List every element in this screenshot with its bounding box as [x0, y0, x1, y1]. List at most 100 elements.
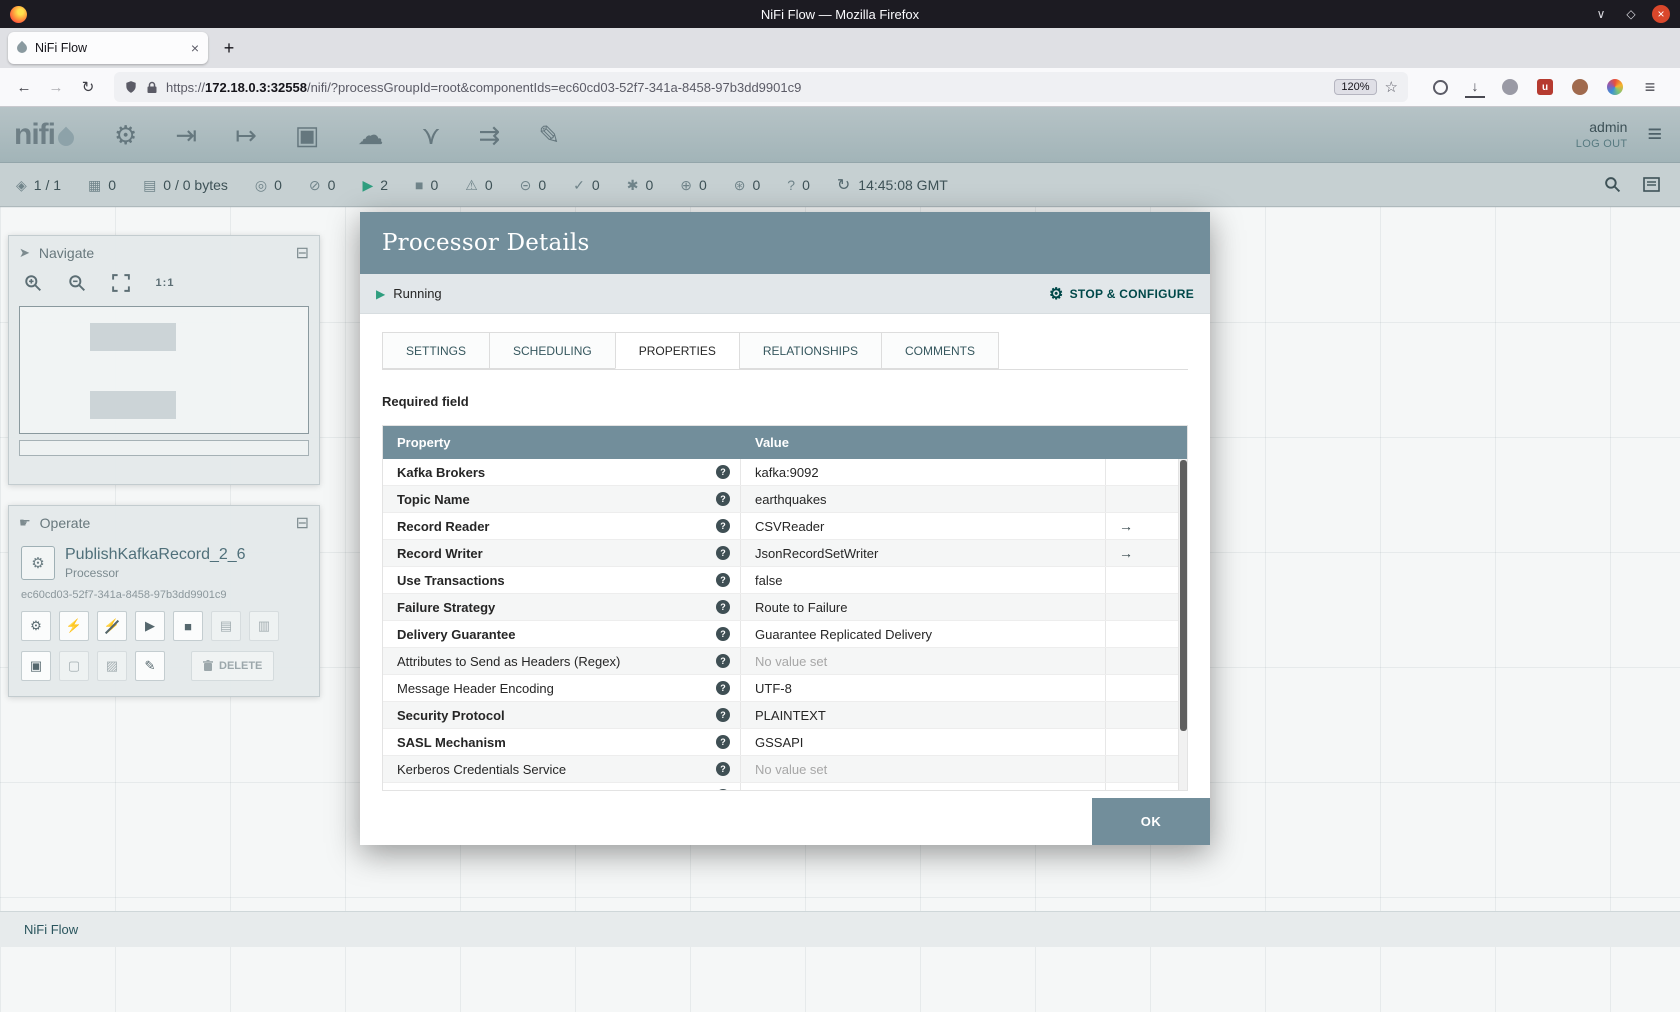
help-icon[interactable]: ?: [716, 600, 730, 614]
window-minimize-button[interactable]: ∨: [1592, 5, 1610, 23]
pocket-icon[interactable]: [1430, 76, 1450, 98]
output-port-icon[interactable]: ↦: [235, 122, 257, 148]
tab-close-icon[interactable]: ×: [191, 40, 199, 56]
running-icon: ▶: [362, 176, 374, 193]
status-count: 0: [802, 176, 810, 193]
refresh-button[interactable]: ↻ 14:45:08 GMT: [837, 175, 948, 195]
paste-button[interactable]: ▢: [59, 651, 89, 681]
remote-process-group-icon[interactable]: ☁: [357, 122, 383, 148]
processor-icon[interactable]: ⚙: [114, 122, 137, 148]
ublock-icon[interactable]: u: [1535, 76, 1555, 98]
reload-button[interactable]: ↻: [74, 73, 102, 101]
account-icon[interactable]: [1500, 76, 1520, 98]
browser-tab[interactable]: NiFi Flow ×: [8, 32, 208, 64]
new-tab-button[interactable]: +: [216, 35, 242, 61]
profile-avatar-icon[interactable]: [1570, 76, 1590, 98]
help-icon[interactable]: ?: [716, 546, 730, 560]
help-icon[interactable]: ?: [716, 465, 730, 479]
button-icon: ▨: [105, 658, 119, 673]
property-name: Record Reader: [397, 518, 490, 534]
goto-service-icon[interactable]: →: [1119, 545, 1133, 561]
group-button[interactable]: ▨: [97, 651, 127, 681]
downloads-icon[interactable]: ↓: [1465, 76, 1485, 98]
browser-menu-icon[interactable]: ≡: [1640, 76, 1660, 98]
back-button[interactable]: ←: [10, 73, 38, 101]
tab-properties[interactable]: PROPERTIES: [614, 332, 740, 369]
component-type: Processor: [65, 566, 120, 580]
zoom-fit-button[interactable]: [109, 272, 133, 294]
stop-and-configure-button[interactable]: ⚙ STOP & CONFIGURE: [1049, 284, 1194, 304]
tab-settings[interactable]: SETTINGS: [382, 332, 491, 369]
status-count: 0: [430, 176, 439, 193]
forward-button[interactable]: →: [42, 73, 70, 101]
breadcrumb[interactable]: NiFi Flow: [24, 922, 78, 937]
goto-cell: →: [1106, 702, 1178, 728]
input-port-icon[interactable]: ⇥: [175, 122, 197, 148]
url-path: /nifi/?processGroupId=root&componentIds=…: [306, 79, 802, 95]
search-icon[interactable]: [1604, 176, 1621, 193]
stop-button[interactable]: ■: [173, 611, 203, 641]
help-icon[interactable]: ?: [716, 519, 730, 533]
tab-relationships[interactable]: RELATIONSHIPS: [738, 332, 882, 369]
help-icon[interactable]: ?: [716, 492, 730, 506]
settings-button[interactable]: ⚙: [21, 611, 51, 641]
help-icon[interactable]: ?: [716, 762, 730, 776]
property-cell: Record Writer ?: [383, 540, 741, 566]
property-value: Route to Failure: [741, 594, 1106, 620]
scrollbar-thumb[interactable]: [1180, 460, 1187, 732]
change-version-button[interactable]: ▥: [249, 611, 279, 641]
status-count: 0: [327, 176, 336, 193]
bulletin-board-icon[interactable]: [1643, 177, 1660, 192]
help-icon[interactable]: ?: [716, 627, 730, 641]
label-icon[interactable]: ✎: [538, 122, 560, 148]
property-row: Failure Strategy ? Route to Failure →: [383, 594, 1187, 621]
minimap[interactable]: [19, 306, 309, 434]
create-template-button[interactable]: ▤: [211, 611, 241, 641]
process-group-icon[interactable]: ▣: [295, 122, 320, 148]
zoom-level-badge[interactable]: 120%: [1334, 79, 1377, 95]
bookmark-star-icon[interactable]: ☆: [1385, 78, 1398, 96]
property-cell: Delivery Guarantee ?: [383, 621, 741, 647]
logout-link[interactable]: LOG OUT: [1576, 138, 1628, 150]
copy-button[interactable]: ▣: [21, 651, 51, 681]
extension-pinwheel-icon[interactable]: [1605, 76, 1625, 98]
goto-cell: →: [1106, 648, 1178, 674]
help-icon[interactable]: ?: [716, 789, 730, 790]
help-icon[interactable]: ?: [716, 708, 730, 722]
help-icon[interactable]: ?: [716, 573, 730, 587]
goto-service-icon[interactable]: →: [1119, 518, 1133, 534]
nifi-menu-icon[interactable]: ≡: [1647, 120, 1662, 149]
url-bar[interactable]: https://172.18.0.3:32558/nifi/?processGr…: [114, 72, 1408, 102]
invalid-icon: ⚠: [465, 176, 478, 193]
delete-button[interactable]: DELETE: [191, 651, 275, 681]
help-icon[interactable]: ?: [716, 735, 730, 749]
tab-comments[interactable]: COMMENTS: [880, 332, 999, 369]
window-close-button[interactable]: ×: [1652, 5, 1670, 23]
tracking-shield-icon[interactable]: [124, 80, 138, 94]
disable-button[interactable]: ⚡: [97, 611, 127, 641]
zoom-out-button[interactable]: [65, 272, 89, 294]
ok-button[interactable]: OK: [1092, 798, 1210, 845]
column-header-property: Property: [397, 435, 451, 450]
status-item: ⊘ 0: [309, 177, 336, 193]
template-icon[interactable]: ⇉: [479, 122, 501, 148]
collapse-button[interactable]: ⊟: [296, 243, 309, 263]
collapse-button[interactable]: ⊟: [296, 513, 309, 533]
operate-icon: ☛: [19, 515, 31, 530]
enable-button[interactable]: ⚡: [59, 611, 89, 641]
tab-scheduling[interactable]: SCHEDULING: [489, 332, 616, 369]
help-icon[interactable]: ?: [716, 654, 730, 668]
fill-color-button[interactable]: ✎: [135, 651, 165, 681]
zoom-actual-button[interactable]: 1:1: [153, 272, 177, 294]
window-maximize-button[interactable]: ◇: [1622, 5, 1640, 23]
start-button[interactable]: ▶: [135, 611, 165, 641]
help-icon[interactable]: ?: [716, 681, 730, 695]
zoom-in-button[interactable]: [21, 272, 45, 294]
property-cell: Kerberos Credentials Service ?: [383, 756, 741, 782]
operate-buttons-row1: ⚙ ⚡ ⚡ ▶ ■ ▤ ▥: [21, 611, 307, 641]
funnel-icon[interactable]: ⋎: [421, 122, 440, 148]
status-count: 0: [108, 176, 117, 193]
lock-icon[interactable]: [146, 81, 158, 94]
status-item: ▤ 0 / 0 bytes: [143, 177, 228, 193]
run-status-icon: ▶: [376, 286, 386, 301]
